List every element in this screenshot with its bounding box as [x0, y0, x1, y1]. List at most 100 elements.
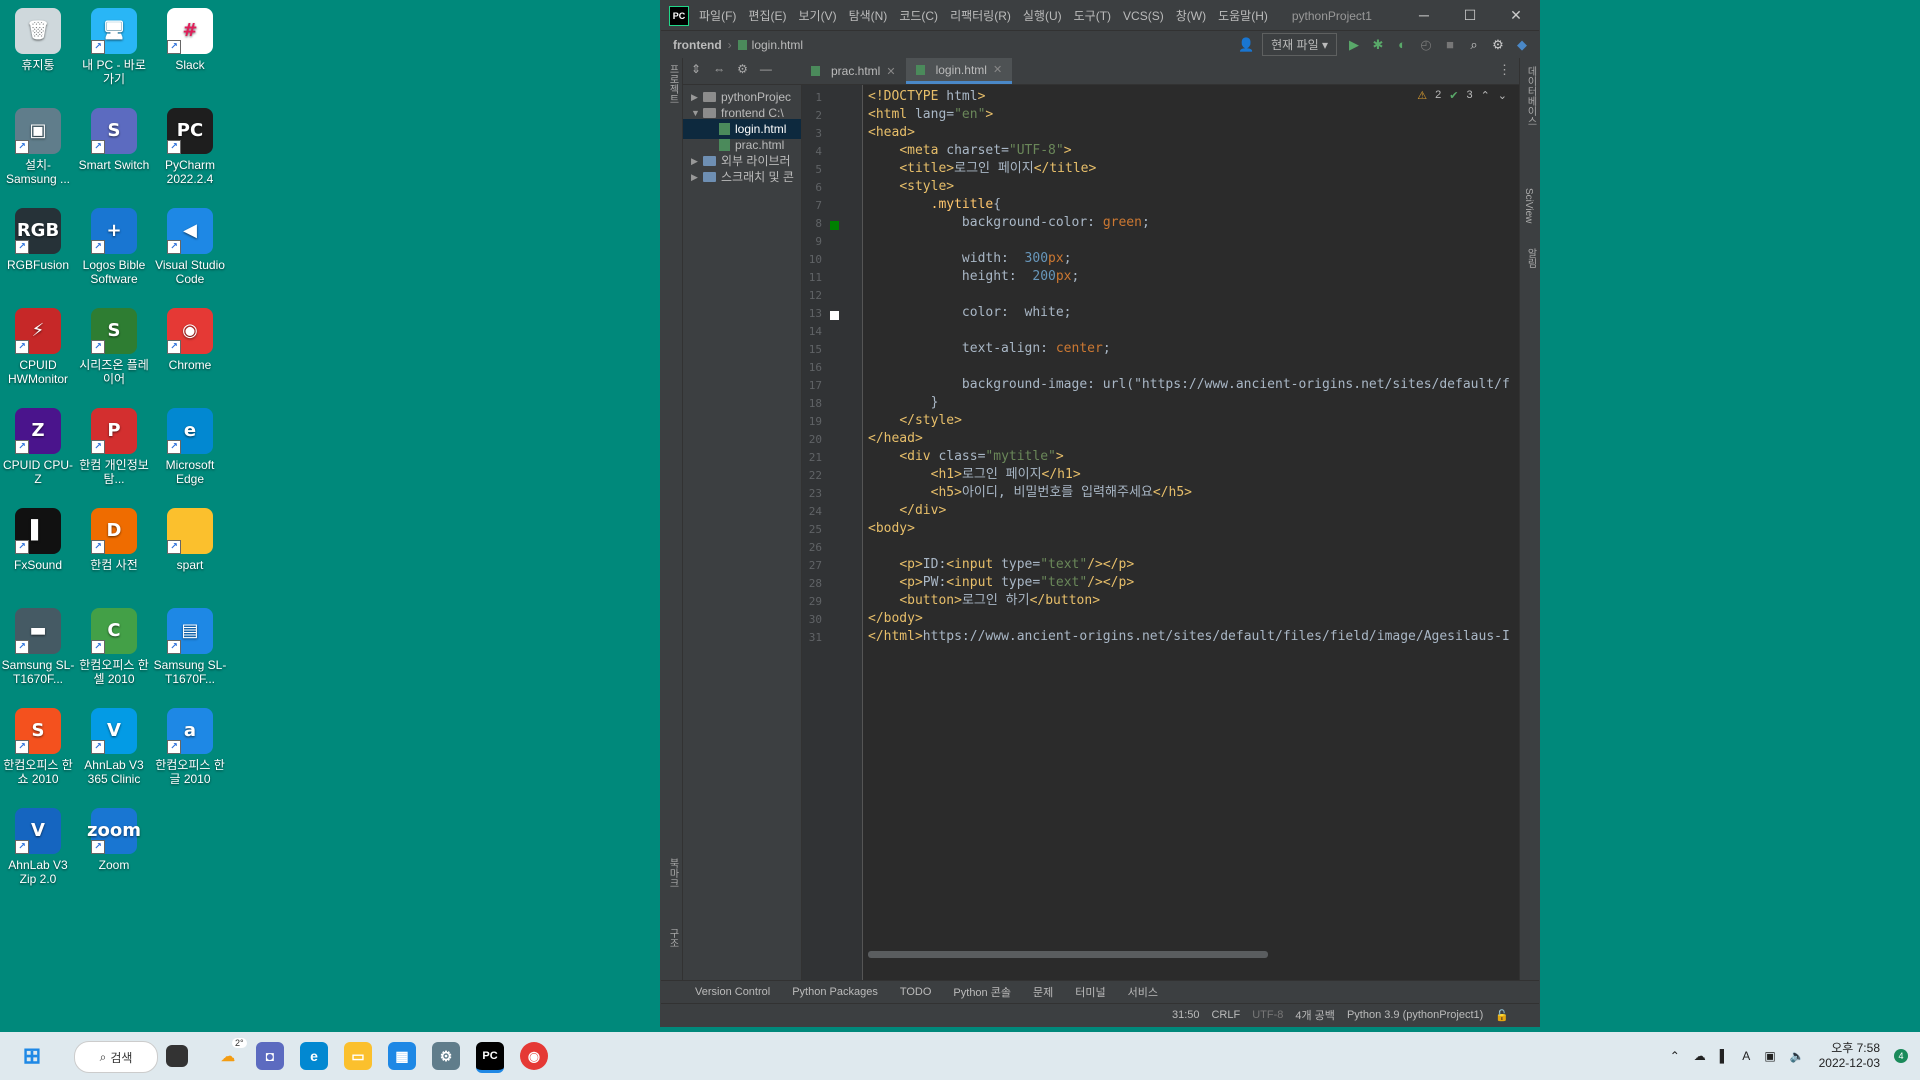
stop-icon[interactable]: ■ [1443, 37, 1457, 52]
chrome-icon[interactable]: ◉ [520, 1042, 548, 1070]
bottom-tool-tab[interactable]: 문제 [1033, 984, 1053, 1000]
horizontal-scrollbar[interactable] [868, 951, 1268, 958]
python-interpreter[interactable]: Python 3.9 (pythonProject1) [1347, 1009, 1483, 1021]
desktop-icon[interactable]: ▌ ↗ FxSound [0, 508, 76, 572]
clock[interactable]: 오후 7:58 2022-12-03 [1819, 1041, 1880, 1071]
minimize-icon[interactable]: ─ [1401, 7, 1447, 24]
hide-icon[interactable]: — [760, 62, 772, 76]
editor-tab[interactable]: prac.html ✕ [801, 58, 906, 84]
desktop-icon[interactable]: S ↗ 시리즈온 플레이어 [76, 308, 152, 386]
line-separator[interactable]: CRLF [1211, 1009, 1240, 1021]
chevron-up-icon[interactable]: ⌃ [1481, 89, 1490, 102]
desktop-icon[interactable]: ↗ spart [152, 508, 228, 572]
menu-item[interactable]: 실행(U) [1023, 9, 1062, 23]
desktop-icon[interactable]: ◀ ↗ Visual Studio Code [152, 208, 228, 286]
bottom-tool-tab[interactable]: Python 콘솔 [953, 984, 1011, 1000]
gear-icon[interactable]: ⚙ [1491, 37, 1505, 52]
expand-all-icon[interactable]: ⇕ [691, 62, 701, 76]
chevron-right-icon[interactable]: ▶ [691, 167, 703, 187]
file-explorer-icon[interactable]: ▭ [344, 1042, 372, 1070]
plugin-icon[interactable]: ◆ [1515, 37, 1529, 52]
database-tool-tab[interactable]: 데이터베이스 [1523, 66, 1538, 126]
bottom-tool-tab[interactable]: Python Packages [792, 986, 878, 998]
indent-setting[interactable]: 4개 공백 [1295, 1007, 1335, 1023]
chevron-up-icon[interactable]: ⌃ [1670, 1049, 1680, 1063]
menu-item[interactable]: 탐색(N) [849, 9, 888, 23]
bottom-tool-tab[interactable]: TODO [900, 986, 932, 998]
more-icon[interactable]: ⋮ [1498, 62, 1511, 78]
chevron-down-icon[interactable]: ⌄ [1498, 89, 1507, 102]
bottom-tool-tab[interactable]: 서비스 [1128, 984, 1158, 1000]
gear-icon[interactable]: ⚙ [737, 62, 748, 76]
volume-icon[interactable]: 🔈 [1790, 1049, 1805, 1063]
color-swatch-white[interactable] [830, 311, 839, 320]
menu-item[interactable]: 코드(C) [899, 9, 938, 23]
code-area[interactable]: <!DOCTYPE html> <html lang="en"> <head> <m… [868, 85, 1519, 980]
coverage-icon[interactable]: ◐ [1395, 37, 1409, 52]
store-icon[interactable]: ▦ [388, 1042, 416, 1070]
code-line[interactable]: text-align: center; [868, 338, 1111, 360]
search-box[interactable]: ⌕ 검색 [74, 1041, 158, 1073]
desktop-icon[interactable]: S ↗ Smart Switch [76, 108, 152, 172]
desktop-icon[interactable]: S ↗ 한컴오피스 한쇼 2010 [0, 708, 76, 786]
code-line[interactable]: background-color: green; [868, 212, 1150, 234]
menu-item[interactable]: 도움말(H) [1218, 9, 1268, 23]
desktop-icon[interactable]: ◉ ↗ Chrome [152, 308, 228, 372]
search-icon[interactable]: ⌕ [1467, 37, 1481, 52]
desktop-icon[interactable]: V ↗ AhnLab V3 365 Clinic [76, 708, 152, 786]
task-view-icon[interactable] [166, 1045, 188, 1067]
desktop-icon[interactable]: C ↗ 한컴오피스 한셀 2010 [76, 608, 152, 686]
network-icon[interactable]: ▣ [1764, 1049, 1775, 1063]
user-icon[interactable]: 👤 [1238, 37, 1254, 52]
close-tab-icon[interactable]: ✕ [993, 63, 1002, 76]
close-tab-icon[interactable]: ✕ [886, 65, 895, 78]
menu-item[interactable]: 보기(V) [798, 9, 836, 23]
menu-item[interactable]: 편집(E) [748, 9, 786, 23]
code-editor[interactable]: 1 2 3 4 5 6 7 8 9 10 11 12 13 14 15 16 17 18 19 20 21 22 23 24 2… [802, 85, 1519, 980]
desktop-icon[interactable]: 🖥 ↗ 내 PC - 바로 가기 [76, 8, 152, 86]
desktop-icon[interactable]: RGB ↗ RGBFusion [0, 208, 76, 272]
desktop-icon[interactable]: ▬ ↗ Samsung SL-T1670F... [0, 608, 76, 686]
menu-item[interactable]: 창(W) [1176, 9, 1206, 23]
desktop-icon[interactable]: zoom ↗ Zoom [76, 808, 152, 872]
menu-item[interactable]: VCS(S) [1123, 9, 1164, 23]
project-tool-tab[interactable]: 프로젝트 [665, 64, 680, 104]
desktop-icon[interactable]: Z ↗ CPUID CPU-Z [0, 408, 76, 486]
breadcrumb-file[interactable]: login.html [752, 38, 803, 52]
close-icon[interactable]: ✕ [1493, 7, 1539, 24]
desktop-icon[interactable]: V ↗ AhnLab V3 Zip 2.0 [0, 808, 76, 886]
menu-item[interactable]: 리팩터링(R) [950, 9, 1011, 23]
notification-badge[interactable]: 4 [1894, 1049, 1908, 1063]
maximize-icon[interactable]: ☐ [1447, 7, 1493, 24]
color-swatch-green[interactable] [830, 221, 839, 230]
lock-icon[interactable]: 🔓 [1495, 1009, 1509, 1022]
desktop-icon[interactable]: ▣ ↗ 설치-Samsung ... [0, 108, 76, 186]
desktop-icon[interactable]: PC ↗ PyCharm 2022.2.4 [152, 108, 228, 186]
editor-tab[interactable]: login.html ✕ [905, 58, 1013, 84]
code-line[interactable]: </html>https://www.ancient-origins.net/s… [868, 626, 1510, 648]
breadcrumb-folder[interactable]: frontend [673, 38, 722, 52]
desktop-icon[interactable]: P ↗ 한컴 개인정보탐... [76, 408, 152, 486]
project-tree-item[interactable]: ▶ 스크래치 및 콘 [683, 167, 794, 187]
desktop-icon[interactable]: ⚡ ↗ CPUID HWMonitor [0, 308, 76, 386]
run-icon[interactable]: ▶ [1347, 37, 1361, 52]
code-line[interactable]: background-image: url("https://www.ancie… [868, 374, 1510, 396]
menu-item[interactable]: 도구(T) [1074, 9, 1111, 23]
bottom-tool-tab[interactable]: 터미널 [1075, 984, 1105, 1000]
notifications-tool-tab[interactable]: 알림 [1523, 248, 1538, 268]
desktop-icon[interactable]: 🗑 휴지통 [0, 8, 76, 72]
desktop-icon[interactable]: # ↗ Slack [152, 8, 228, 72]
settings-icon[interactable]: ⚙ [432, 1042, 460, 1070]
bottom-tool-tab[interactable]: Version Control [695, 986, 770, 998]
bookmarks-tool-tab[interactable]: 북마크 [665, 858, 680, 888]
desktop-icon[interactable]: ▤ ↗ Samsung SL-T1670F... [152, 608, 228, 686]
desktop-icon[interactable]: e ↗ Microsoft Edge [152, 408, 228, 486]
desktop-icon[interactable]: + ↗ Logos Bible Software [76, 208, 152, 286]
file-encoding[interactable]: UTF-8 [1252, 1009, 1283, 1021]
run-config-select[interactable]: 현재 파일 ▾ [1262, 33, 1337, 56]
menu-item[interactable]: 파일(F) [699, 9, 736, 23]
debug-icon[interactable]: ✱ [1371, 37, 1385, 52]
code-line[interactable]: <body> [868, 518, 915, 540]
desktop-icon[interactable]: D ↗ 한컴 사전 [76, 508, 152, 572]
inspection-widget[interactable]: ⚠ 2 ✔ 3 ⌃ ⌄ [1417, 89, 1507, 102]
